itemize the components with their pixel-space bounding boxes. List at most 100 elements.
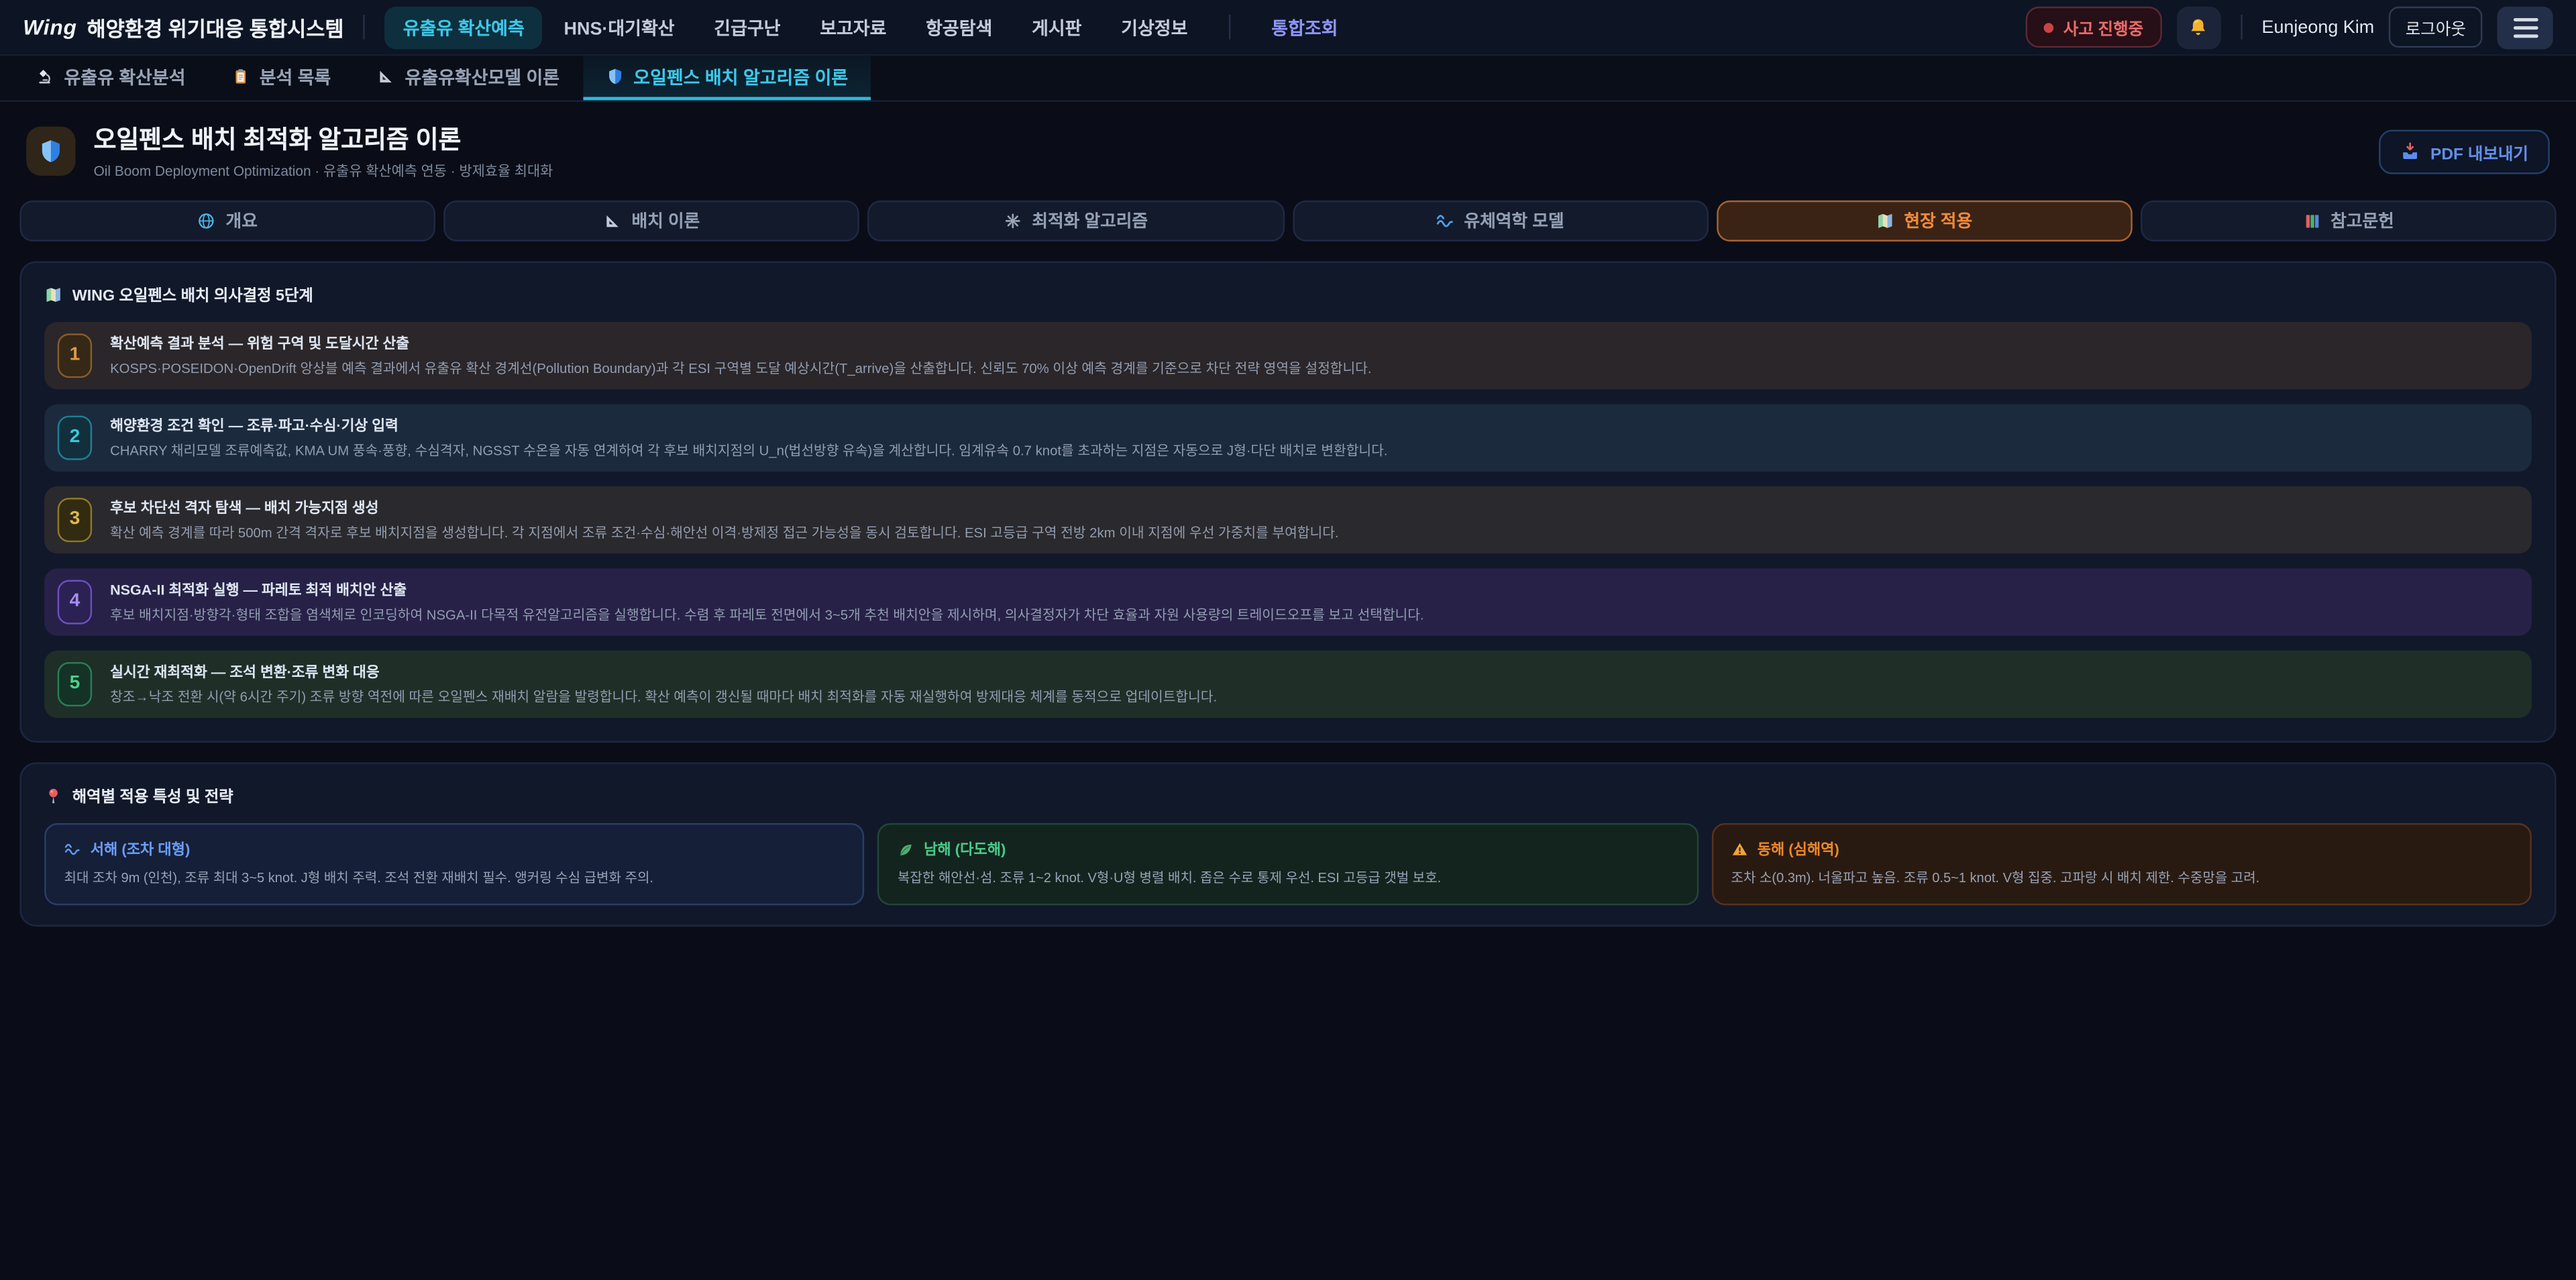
step-title: 실시간 재최적화 — 조석 변환·조류 변화 대응	[110, 661, 1217, 682]
step-content: 후보 차단선 격자 탐색 — 배치 가능지점 생성 확산 예측 경계를 따라 5…	[110, 496, 1338, 543]
menu-item-aerial-search[interactable]: 항공탐색	[908, 6, 1010, 49]
divider	[1229, 15, 1230, 40]
pdf-export-button[interactable]: PDF 내보내기	[2379, 129, 2550, 173]
page-title-block: 오일펜스 배치 최적화 알고리즘 이론 Oil Boom Deployment …	[94, 121, 553, 180]
page-title: 오일펜스 배치 최적화 알고리즘 이론	[94, 121, 553, 156]
region-card-title: 동해 (심해역)	[1758, 838, 1839, 859]
incident-status-badge[interactable]: 사고 진행중	[2025, 7, 2161, 48]
step-title: 확산예측 결과 분석 — 위험 구역 및 도달시간 산출	[110, 332, 1371, 354]
section-tab-optimization-algorithm[interactable]: 최적화 알고리즘	[868, 201, 1284, 242]
menu-item-board[interactable]: 게시판	[1014, 6, 1099, 49]
divider	[2241, 15, 2242, 40]
step-title: NSGA-II 최적화 실행 — 파레토 최적 배치안 산출	[110, 578, 1424, 600]
section-tab-label: 유체역학 모델	[1464, 209, 1564, 233]
globe-icon	[198, 212, 216, 230]
step-content: 실시간 재최적화 — 조석 변환·조류 변화 대응 창조→낙조 전환 시(약 6…	[110, 661, 1217, 707]
region-card-title: 남해 (다도해)	[924, 838, 1006, 859]
step-body: 확산 예측 경계를 따라 500m 간격 격자로 후보 배치지점을 생성합니다.…	[110, 523, 1338, 542]
section-tabs: 개요 배치 이론 최적화 알고리즘	[19, 201, 2556, 242]
step-body: 창조→낙조 전환 시(약 6시간 주기) 조류 방향 역전에 따른 오일펜스 재…	[110, 687, 1217, 706]
menu-item-hns-atmospheric[interactable]: HNS·대기확산	[546, 6, 693, 49]
tab-oil-boom-algorithm-theory[interactable]: 오일펜스 배치 알고리즘 이론	[582, 56, 871, 100]
tab-diffusion-model-theory[interactable]: 유출유확산모델 이론	[354, 56, 583, 100]
section-tab-references[interactable]: 참고문헌	[2141, 201, 2557, 242]
section-tab-overview[interactable]: 개요	[19, 201, 435, 242]
user-name: Eunjeong Kim	[2261, 17, 2374, 37]
hamburger-menu-icon	[2513, 17, 2538, 21]
menu-item-weather-info[interactable]: 기상정보	[1103, 6, 1205, 49]
app-logo: Wing	[23, 15, 76, 40]
incident-status-label: 사고 진행중	[2063, 15, 2143, 40]
pdf-export-label: PDF 내보내기	[2430, 139, 2528, 164]
section-tab-label: 최적화 알고리즘	[1032, 209, 1148, 233]
step-content: 해양환경 조건 확인 — 조류·파고·수심·기상 입력 CHARRY 채리모델 …	[110, 414, 1387, 460]
region-card-west-sea: 서해 (조차 대형) 최대 조차 9m (인천), 조류 최대 3~5 knot…	[44, 823, 865, 904]
step-body: CHARRY 채리모델 조류예측값, KMA UM 풍속·풍향, 수심격자, N…	[110, 440, 1387, 460]
bell-icon	[2187, 15, 2210, 38]
section-tab-hydrodynamics-model[interactable]: 유체역학 모델	[1292, 201, 1708, 242]
clipboard-icon	[231, 67, 250, 85]
tab-label: 분석 목록	[260, 63, 331, 89]
herb-icon	[898, 841, 914, 857]
region-card-body: 조차 소(0.3m). 너울파고 높음. 조류 0.5~1 knot. V형 집…	[1731, 869, 2512, 888]
menu-item-integrated-search[interactable]: 통합조회	[1253, 6, 1356, 49]
step-content: 확산예측 결과 분석 — 위험 구역 및 도달시간 산출 KOSPS·POSEI…	[110, 332, 1371, 378]
map-icon	[1876, 212, 1894, 230]
pin-icon	[44, 786, 62, 804]
step-body: 후보 배치지점·방향각·형태 조합을 염색체로 인코딩하여 NSGA-II 다목…	[110, 604, 1424, 624]
shield-icon	[38, 138, 64, 164]
panel-title: WING 오일펜스 배치 의사결정 5단계	[72, 282, 313, 305]
page-icon-box	[26, 127, 75, 176]
page-header: 오일펜스 배치 최적화 알고리즘 이론 Oil Boom Deployment …	[0, 102, 2576, 194]
section-tab-label: 참고문헌	[2330, 209, 2394, 233]
page-subtitle: Oil Boom Deployment Optimization · 유출유 확…	[94, 161, 553, 180]
step-content: NSGA-II 최적화 실행 — 파레토 최적 배치안 산출 후보 배치지점·방…	[110, 578, 1424, 625]
section-tab-label: 개요	[226, 209, 258, 233]
step-row-5: 5 실시간 재최적화 — 조석 변환·조류 변화 대응 창조→낙조 전환 시(약…	[44, 651, 2532, 718]
section-tab-deployment-theory[interactable]: 배치 이론	[444, 201, 860, 242]
books-icon	[2303, 212, 2321, 230]
wave-icon	[1436, 212, 1454, 230]
set-square-icon	[604, 212, 622, 230]
step-title: 해양환경 조건 확인 — 조류·파고·수심·기상 입력	[110, 414, 1387, 435]
menu-item-reports[interactable]: 보고자료	[802, 6, 904, 49]
status-dot-icon	[2043, 22, 2053, 32]
step-number-badge: 1	[58, 333, 92, 377]
sub-navigation: 유출유 확산분석 분석 목록 유출유확산모델 이론	[0, 56, 2576, 102]
step-body: KOSPS·POSEIDON·OpenDrift 앙상블 예측 결과에서 유출유…	[110, 358, 1371, 378]
region-card-body: 최대 조차 9m (인천), 조류 최대 3~5 knot. J형 배치 주력.…	[64, 869, 845, 888]
step-number-badge: 4	[58, 579, 92, 623]
region-strategy-panel: 해역별 적용 특성 및 전략 서해 (조차 대형) 최대 조차 9m (인천),…	[19, 763, 2556, 926]
hamburger-menu-button[interactable]	[2497, 6, 2553, 49]
region-card-title-row: 남해 (다도해)	[898, 838, 1678, 859]
section-tab-label: 배치 이론	[632, 209, 700, 233]
navbar-right: 사고 진행중 Eunjeong Kim 로그아웃	[2025, 6, 2553, 49]
logout-button[interactable]: 로그아웃	[2389, 7, 2482, 48]
tab-oil-spill-analysis[interactable]: 유출유 확산분석	[13, 56, 209, 100]
region-card-east-sea: 동해 (심해역) 조차 소(0.3m). 너울파고 높음. 조류 0.5~1 k…	[1711, 823, 2532, 904]
section-tab-label: 현장 적용	[1904, 209, 1972, 233]
notifications-button[interactable]	[2176, 6, 2220, 49]
main-menu: 유출유 확산예측 HNS·대기확산 긴급구난 보고자료 항공탐색 게시판 기상정…	[385, 6, 1356, 49]
step-number-badge: 5	[58, 661, 92, 706]
divider	[364, 15, 365, 40]
region-card-body: 복잡한 해안선·섬. 조류 1~2 knot. V형·U형 병렬 배치. 좁은 …	[898, 869, 1678, 888]
microscope-icon	[36, 67, 54, 85]
tab-label: 오일펜스 배치 알고리즘 이론	[633, 63, 848, 89]
section-tab-field-application[interactable]: 현장 적용	[1716, 201, 2132, 242]
tab-analysis-list[interactable]: 분석 목록	[209, 56, 354, 100]
step-row-2: 2 해양환경 조건 확인 — 조류·파고·수심·기상 입력 CHARRY 채리모…	[44, 404, 2532, 471]
step-row-1: 1 확산예측 결과 분석 — 위험 구역 및 도달시간 산출 KOSPS·POS…	[44, 322, 2532, 389]
region-card-title: 서해 (조차 대형)	[91, 838, 191, 859]
top-navbar: Wing 해양환경 위기대응 통합시스템 유출유 확산예측 HNS·대기확산 긴…	[0, 0, 2576, 56]
step-number-badge: 2	[58, 415, 92, 459]
menu-item-emergency-rescue[interactable]: 긴급구난	[696, 6, 798, 49]
app-window: Wing 해양환경 위기대응 통합시스템 유출유 확산예측 HNS·대기확산 긴…	[0, 0, 2576, 1280]
map-icon	[44, 285, 62, 303]
warning-icon	[1731, 841, 1747, 857]
region-cards: 서해 (조차 대형) 최대 조차 9m (인천), 조류 최대 3~5 knot…	[44, 823, 2532, 904]
gear-icon	[1004, 212, 1022, 230]
menu-item-oil-spill-prediction[interactable]: 유출유 확산예측	[385, 6, 543, 49]
set-square-icon	[377, 67, 395, 85]
export-icon	[2401, 142, 2420, 161]
